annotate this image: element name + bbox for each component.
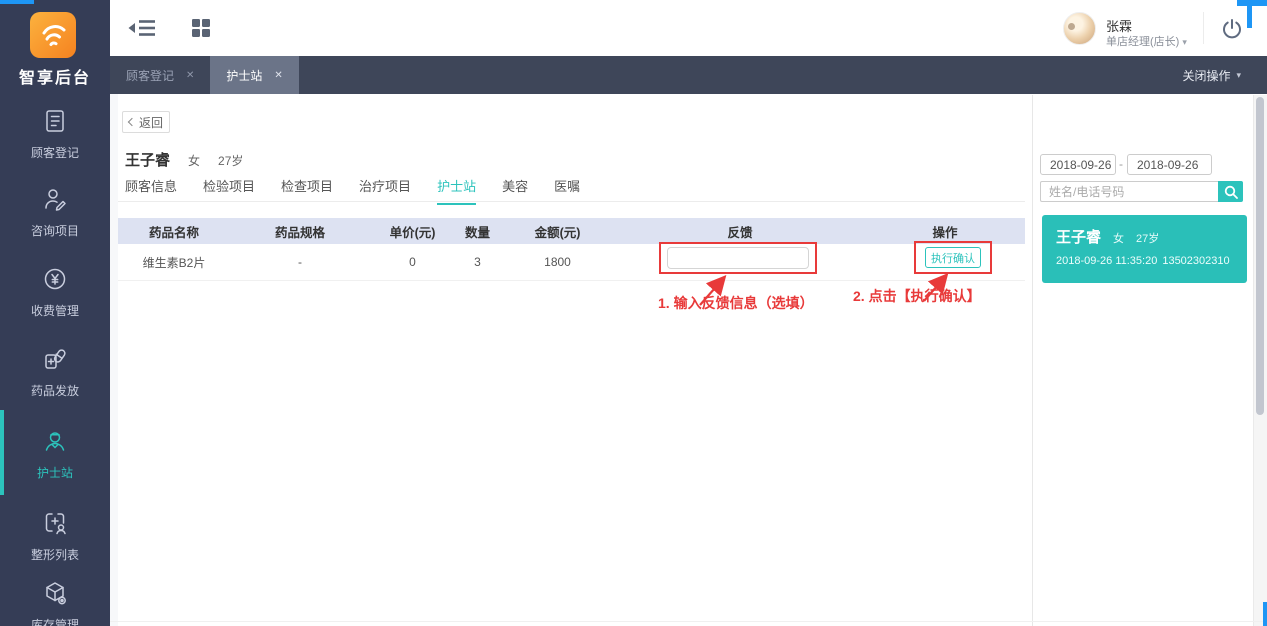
collapse-menu-icon[interactable] xyxy=(128,18,156,43)
cell-unit-price: 0 xyxy=(370,255,455,269)
panel-divider xyxy=(1032,95,1033,626)
content-gutter xyxy=(110,94,118,626)
col-header-action: 操作 xyxy=(865,222,1025,241)
card-patient-gender: 女 xyxy=(1113,230,1124,246)
search-icon xyxy=(1224,185,1238,199)
card-patient-name: 王子睿 xyxy=(1056,226,1101,247)
workspace-tab-customer-register[interactable]: 顾客登记 ✕ xyxy=(110,56,210,94)
sidebar-item-label: 药品发放 xyxy=(0,382,110,399)
cell-drug-name: 维生素B2片 xyxy=(118,254,230,271)
cell-amount: 1800 xyxy=(500,255,615,269)
col-header-drug-spec: 药品规格 xyxy=(230,222,370,241)
close-operations-dropdown[interactable]: 关闭操作 ▾ xyxy=(1182,56,1267,94)
consult-icon xyxy=(0,184,110,214)
workspace-tab-label: 顾客登记 xyxy=(126,67,174,84)
col-header-feedback: 反馈 xyxy=(615,222,865,241)
search-button[interactable] xyxy=(1218,181,1243,202)
patient-name: 王子睿 xyxy=(125,149,170,170)
col-header-quantity: 数量 xyxy=(455,222,500,241)
tabs-divider xyxy=(118,201,1025,202)
sidebar-item-fee-management[interactable]: 收费管理 xyxy=(0,264,110,319)
sidebar-item-label: 咨询项目 xyxy=(0,222,110,239)
card-visit-datetime: 2018-09-26 11:35:20 xyxy=(1056,255,1157,267)
close-operations-label: 关闭操作 xyxy=(1182,67,1230,84)
header-divider xyxy=(1203,12,1204,44)
grid-apps-icon[interactable] xyxy=(192,19,210,42)
execute-confirm-button[interactable]: 执行确认 xyxy=(925,247,981,268)
sidebar-item-label: 库存管理 xyxy=(0,616,110,626)
workspace-tab-label: 护士站 xyxy=(226,67,262,84)
sidebar: 智享后台 顾客登记 咨询项目 xyxy=(0,0,110,626)
app-window: 智享后台 顾客登记 咨询项目 xyxy=(0,0,1267,626)
date-from-input[interactable] xyxy=(1040,154,1116,175)
surgery-list-icon xyxy=(0,508,110,538)
annotation-highlight-confirm: 执行确认 xyxy=(914,241,992,274)
user-avatar[interactable] xyxy=(1063,12,1096,45)
wifi-logo-icon xyxy=(37,19,69,51)
cell-drug-spec: - xyxy=(230,255,370,269)
back-chevron-icon xyxy=(128,118,136,126)
back-button[interactable]: 返回 xyxy=(122,111,170,133)
user-role-label: 单店经理(店长) xyxy=(1106,36,1179,48)
user-role-dropdown[interactable]: 单店经理(店长) ▾ xyxy=(1106,33,1187,49)
patient-card[interactable]: 王子睿 女 27岁 2018-09-26 11:35:20 1350230231… xyxy=(1042,215,1247,283)
drug-table-header: 药品名称 药品规格 单价(元) 数量 金额(元) 反馈 操作 xyxy=(118,218,1025,244)
patient-summary: 王子睿 女 27岁 xyxy=(125,149,243,170)
sidebar-item-customer-register[interactable]: 顾客登记 xyxy=(0,106,110,161)
sidebar-item-drug-dispense[interactable]: 药品发放 xyxy=(0,344,110,399)
blue-annotation-artifact-topright xyxy=(1247,0,1252,28)
sidebar-item-inventory[interactable]: 库存管理 xyxy=(0,578,110,626)
sidebar-item-nurse-station[interactable]: 护士站 xyxy=(0,426,110,481)
col-header-drug-name: 药品名称 xyxy=(118,222,230,241)
close-icon[interactable]: ✕ xyxy=(186,70,194,81)
scrollbar-thumb[interactable] xyxy=(1256,97,1264,415)
workspace-tabbar: 顾客登记 ✕ 护士站 ✕ 关闭操作 ▾ xyxy=(110,56,1267,94)
blue-annotation-artifact-bottomright xyxy=(1263,602,1267,626)
col-header-unit-price: 单价(元) xyxy=(370,222,455,241)
feedback-input[interactable] xyxy=(667,247,809,269)
patient-gender: 女 xyxy=(188,152,200,169)
sidebar-item-label: 护士站 xyxy=(0,464,110,481)
drug-dispense-icon xyxy=(0,344,110,374)
sidebar-item-label: 整形列表 xyxy=(0,546,110,563)
cell-quantity: 3 xyxy=(455,255,500,269)
inventory-icon xyxy=(0,578,110,608)
annotation-step2: 2. 点击【执行确认】 xyxy=(853,286,981,306)
col-header-amount: 金额(元) xyxy=(500,222,615,241)
annotation-step1: 1. 输入反馈信息（选填） xyxy=(658,293,814,313)
table-row: 维生素B2片 - 0 3 1800 xyxy=(118,244,1025,281)
card-phone: 13502302310 xyxy=(1162,255,1229,267)
bottom-divider xyxy=(110,621,1267,622)
register-icon xyxy=(0,106,110,136)
app-title: 智享后台 xyxy=(0,64,110,88)
sidebar-item-consult-projects[interactable]: 咨询项目 xyxy=(0,184,110,239)
close-icon[interactable]: ✕ xyxy=(274,70,282,81)
card-patient-age: 27岁 xyxy=(1136,230,1159,246)
sidebar-item-surgery-list[interactable]: 整形列表 xyxy=(0,508,110,563)
caret-down-icon: ▾ xyxy=(1182,37,1187,47)
caret-down-icon: ▾ xyxy=(1236,70,1241,81)
app-logo xyxy=(30,12,76,58)
logout-power-icon[interactable] xyxy=(1221,18,1243,45)
date-separator: - xyxy=(1119,157,1123,171)
search-input[interactable] xyxy=(1040,181,1218,202)
blue-annotation-artifact-topleft xyxy=(0,0,34,4)
workspace-tab-nurse-station[interactable]: 护士站 ✕ xyxy=(210,56,298,94)
nurse-station-icon xyxy=(0,426,110,456)
sidebar-item-label: 顾客登记 xyxy=(0,144,110,161)
sidebar-item-label: 收费管理 xyxy=(0,302,110,319)
back-button-label: 返回 xyxy=(139,114,163,131)
fee-icon xyxy=(0,264,110,294)
annotation-highlight-feedback xyxy=(659,242,817,274)
date-to-input[interactable] xyxy=(1127,154,1212,175)
patient-age: 27岁 xyxy=(218,152,243,169)
blue-annotation-artifact-topright xyxy=(1237,0,1267,6)
